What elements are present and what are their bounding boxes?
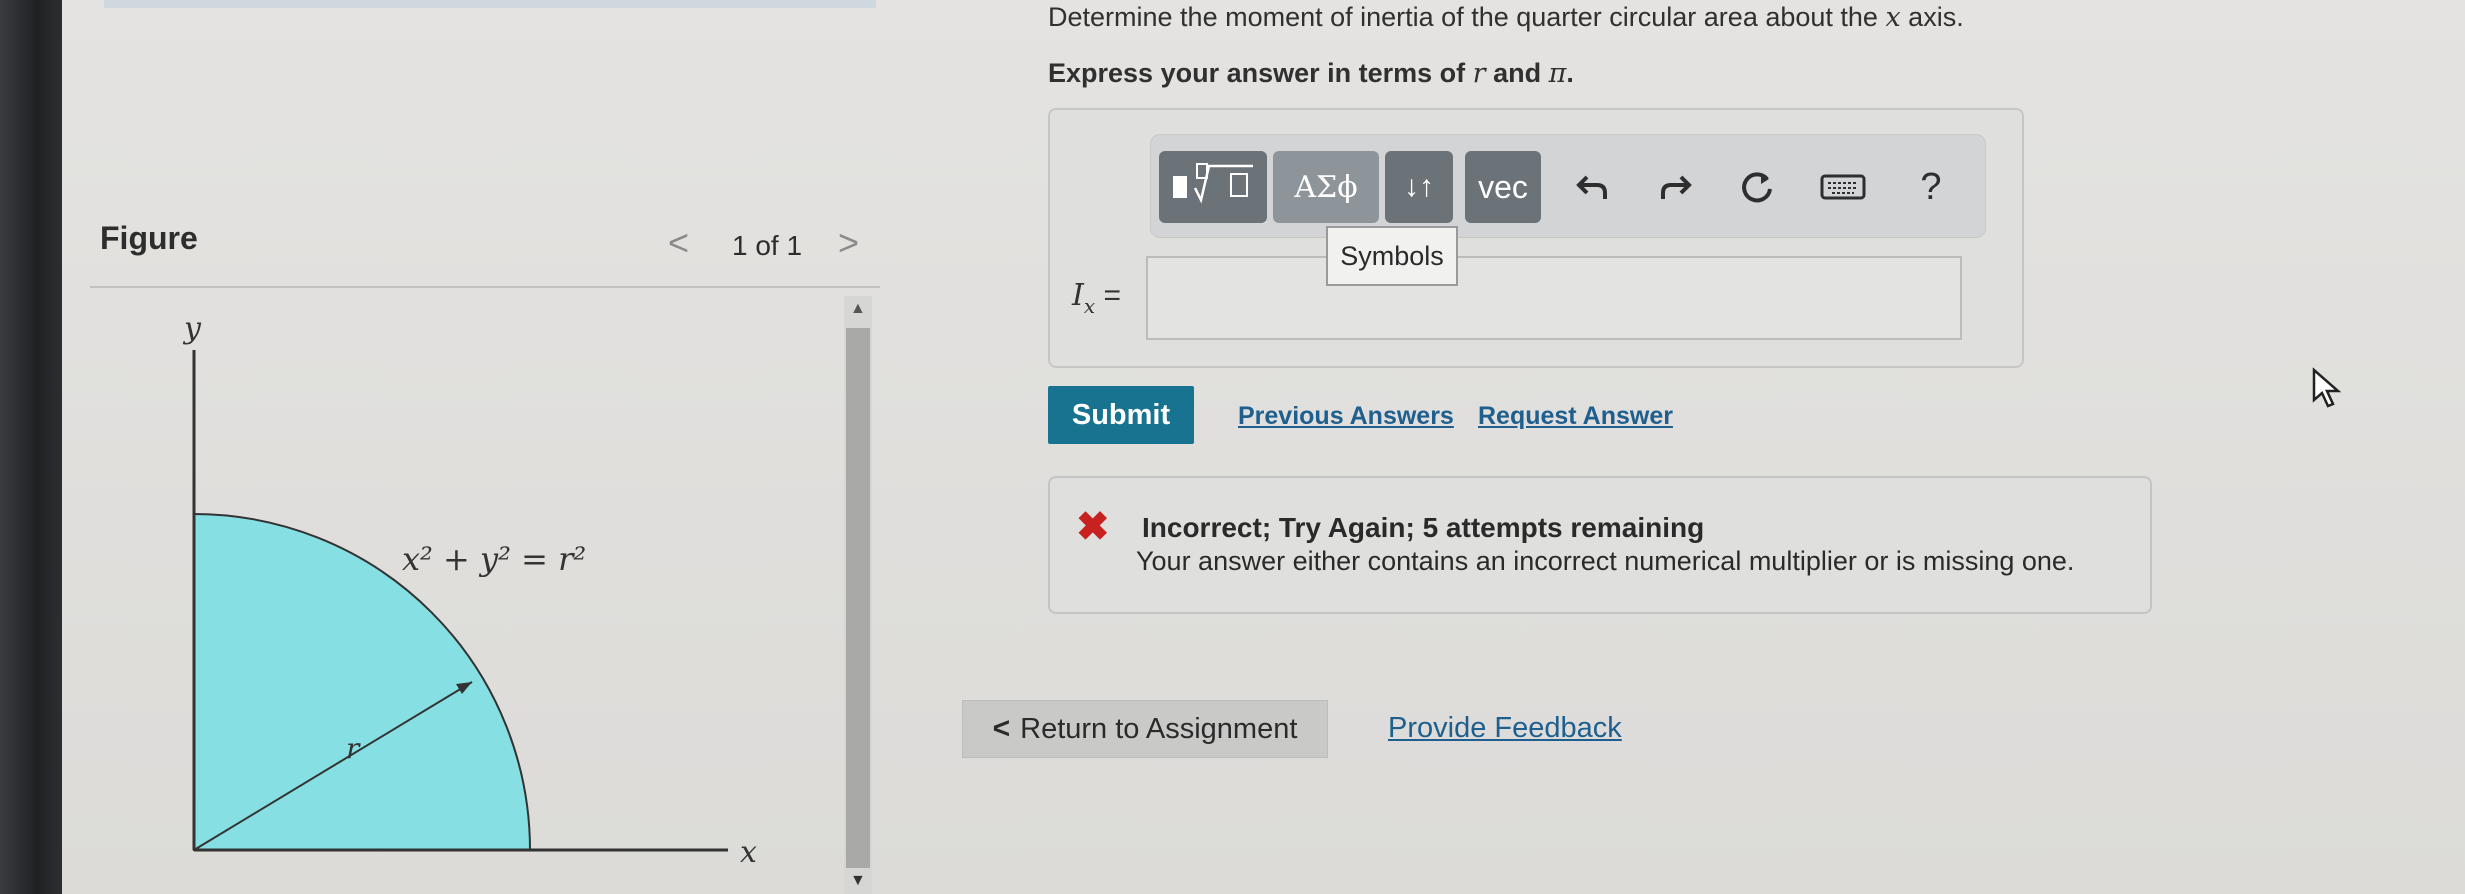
arrows-button[interactable]: ↓↑ <box>1385 151 1453 223</box>
question-instruction: Express your answer in terms of r and π. <box>1048 58 1574 89</box>
question-var-x: x <box>1885 2 1901 33</box>
undo-icon[interactable] <box>1565 159 1621 215</box>
templates-button[interactable] <box>1159 151 1267 223</box>
previous-answers-link[interactable]: Previous Answers <box>1238 402 1454 431</box>
vec-button[interactable]: vec <box>1465 151 1541 223</box>
question-text-part: axis. <box>1900 2 1964 32</box>
circle-equation: x² + y² = r² <box>402 540 586 578</box>
symbols-label: ΑΣϕ <box>1294 169 1358 205</box>
help-button[interactable]: ? <box>1903 159 1959 215</box>
top-strip <box>104 0 876 8</box>
chevron-left-icon: < <box>992 712 1011 745</box>
figure-divider <box>90 286 880 288</box>
question-text: Determine the moment of inertia of the q… <box>1048 2 1964 33</box>
instruction-var-pi: π <box>1548 58 1567 89</box>
math-toolbar: ΑΣϕ ↓↑ vec ? <box>1150 134 1986 238</box>
request-answer-link[interactable]: Request Answer <box>1478 402 1673 431</box>
instruction-var-r: r <box>1472 58 1486 89</box>
radius-label: r <box>346 732 361 765</box>
instruction-text-part: . <box>1566 58 1574 88</box>
quarter-circle-figure: y x r x² + y² = r² <box>182 311 757 870</box>
symbols-tooltip: Symbols <box>1326 226 1458 286</box>
answer-label-sub: x <box>1083 294 1096 318</box>
submit-label: Submit <box>1071 398 1171 431</box>
feedback-title: Incorrect; Try Again; 5 attempts remaini… <box>1142 512 1705 543</box>
answer-label: Ix = <box>1072 278 1121 318</box>
answer-label-eq: = <box>1095 279 1121 312</box>
return-label: Return to Assignment <box>1020 712 1298 745</box>
answer-label-var: I <box>1072 278 1084 313</box>
instruction-text-part: Express your answer in terms of <box>1048 58 1473 88</box>
y-axis-label: y <box>182 311 202 346</box>
figure-pager: 1 of 1 <box>732 230 803 261</box>
chevron-right-icon[interactable]: > <box>838 222 859 264</box>
mouse-cursor-icon <box>2312 367 2342 408</box>
return-to-assignment-button[interactable]: < Return to Assignment <box>962 700 1328 758</box>
scrollbar-thumb[interactable] <box>846 328 870 868</box>
symbols-button[interactable]: ΑΣϕ <box>1273 151 1379 223</box>
chevron-left-icon[interactable]: < <box>668 222 689 264</box>
question-text-part: Determine the moment of inertia of the q… <box>1048 2 1886 32</box>
submit-button[interactable]: Submit <box>1048 386 1194 444</box>
instruction-text-part: and <box>1485 58 1549 88</box>
provide-feedback-link[interactable]: Provide Feedback <box>1388 712 1622 745</box>
reset-icon[interactable] <box>1729 159 1785 215</box>
redo-icon[interactable] <box>1647 159 1703 215</box>
scroll-up-icon[interactable]: ▲ <box>850 300 866 318</box>
tooltip-text: Symbols <box>1340 240 1444 271</box>
keyboard-icon[interactable] <box>1815 159 1871 215</box>
templates-icon <box>1167 158 1259 216</box>
arrows-label: ↓↑ <box>1404 170 1434 203</box>
figure-title: Figure <box>100 220 198 256</box>
answer-input[interactable] <box>1146 256 1962 340</box>
device-bezel <box>0 0 62 894</box>
scroll-down-icon[interactable]: ▼ <box>850 872 866 890</box>
x-axis-label: x <box>740 835 757 870</box>
feedback-message: Your answer either contains an incorrect… <box>1136 546 2075 576</box>
vec-label: vec <box>1478 168 1528 205</box>
help-label: ? <box>1920 165 1942 208</box>
error-x-icon: ✖ <box>1076 505 1110 549</box>
feedback-panel <box>1048 476 2152 614</box>
